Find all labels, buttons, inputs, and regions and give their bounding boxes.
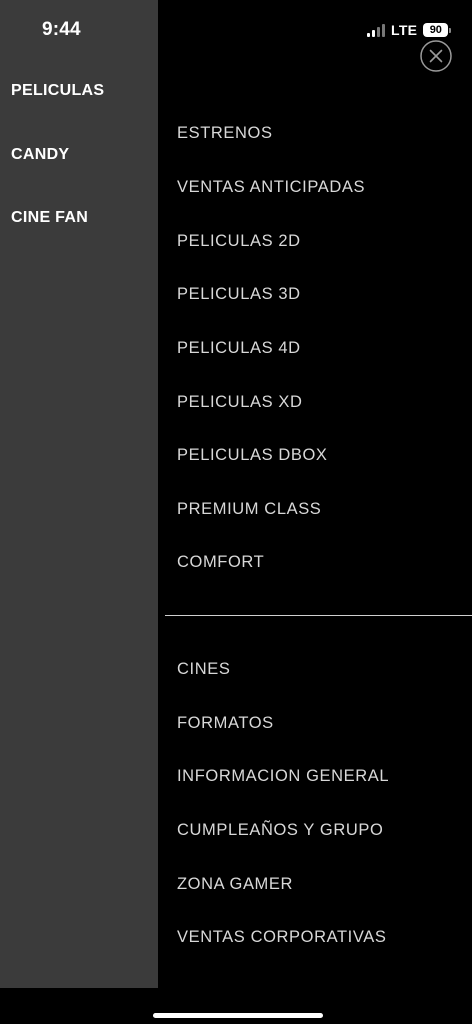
menu-item-estrenos[interactable]: ESTRENOS <box>177 124 273 143</box>
app-screen: 9:44 PELICULAS CANDY CINE FAN LTE 90 EST… <box>0 0 472 1024</box>
menu-item-peliculas-4d[interactable]: PELICULAS 4D <box>177 339 301 358</box>
close-icon <box>420 40 452 72</box>
menu-item-ventas-anticipadas[interactable]: VENTAS ANTICIPADAS <box>177 178 365 197</box>
menu-item-premium-class[interactable]: PREMIUM CLASS <box>177 500 321 519</box>
category-panel: 9:44 PELICULAS CANDY CINE FAN <box>0 0 158 988</box>
menu-item-ventas-corporativas[interactable]: VENTAS CORPORATIVAS <box>177 928 386 947</box>
category-item-candy[interactable]: CANDY <box>11 146 69 164</box>
menu-item-peliculas-2d[interactable]: PELICULAS 2D <box>177 232 301 251</box>
close-button[interactable] <box>420 40 452 72</box>
menu-item-cumpleanos-y-grupo[interactable]: CUMPLEAÑOS Y GRUPO <box>177 821 383 840</box>
status-indicators: LTE 90 <box>367 21 452 39</box>
menu-item-peliculas-xd[interactable]: PELICULAS XD <box>177 393 303 412</box>
menu-item-comfort[interactable]: COMFORT <box>177 553 264 572</box>
menu-item-informacion-general[interactable]: INFORMACION GENERAL <box>177 767 389 786</box>
menu-item-peliculas-3d[interactable]: PELICULAS 3D <box>177 285 301 304</box>
network-type: LTE <box>391 22 418 38</box>
battery-level: 90 <box>423 23 449 37</box>
menu-item-zona-gamer[interactable]: ZONA GAMER <box>177 875 293 894</box>
menu-item-formatos[interactable]: FORMATOS <box>177 714 274 733</box>
menu-item-peliculas-dbox[interactable]: PELICULAS DBOX <box>177 446 328 465</box>
home-indicator[interactable] <box>153 1013 323 1018</box>
category-item-peliculas[interactable]: PELICULAS <box>11 82 104 100</box>
menu-divider <box>165 615 472 616</box>
battery-icon: 90 <box>423 23 452 37</box>
menu-item-cines[interactable]: CINES <box>177 660 230 679</box>
status-time: 9:44 <box>42 19 81 40</box>
signal-bars-icon <box>367 23 385 37</box>
category-item-cine-fan[interactable]: CINE FAN <box>11 209 88 227</box>
